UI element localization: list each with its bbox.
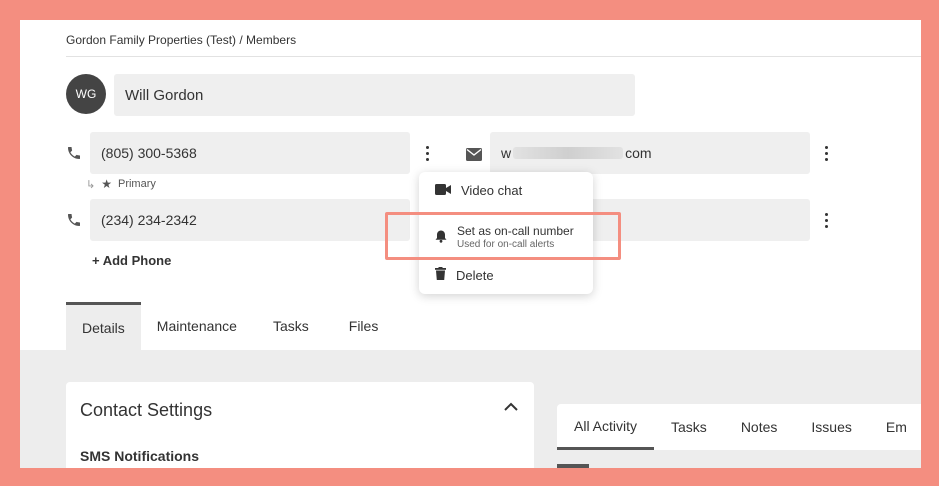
menu-item-delete[interactable]: Delete — [435, 267, 494, 283]
tab-activity-tasks[interactable]: Tasks — [654, 404, 724, 450]
tab-issues[interactable]: Issues — [794, 404, 868, 450]
divider — [66, 56, 921, 57]
tab-files[interactable]: Files — [329, 302, 399, 350]
trash-icon — [435, 267, 446, 283]
tab-tasks[interactable]: Tasks — [253, 302, 329, 350]
delete-label: Delete — [456, 267, 494, 283]
phone-icon — [65, 144, 83, 162]
video-chat-label: Video chat — [461, 183, 523, 198]
phone-field-primary[interactable]: (805) 300-5368 — [90, 132, 410, 174]
email-field[interactable]: w com — [490, 132, 810, 174]
email-more-icon[interactable] — [819, 143, 833, 163]
menu-item-video-chat[interactable]: Video chat — [435, 183, 522, 198]
activity-content-edge — [557, 464, 589, 468]
on-call-text: Set as on-call number Used for on-call a… — [457, 224, 574, 250]
phone-1-more-icon[interactable] — [420, 143, 434, 163]
name-field[interactable]: Will Gordon — [114, 74, 635, 116]
breadcrumb[interactable]: Gordon Family Properties (Test) / Member… — [66, 33, 296, 47]
member-tabs: Details Maintenance Tasks Files — [66, 302, 398, 350]
phone-icon — [65, 211, 83, 229]
tab-maintenance[interactable]: Maintenance — [141, 302, 253, 350]
bell-icon — [435, 230, 447, 246]
primary-label: Primary — [117, 178, 156, 190]
add-phone-button[interactable]: + Add Phone — [92, 253, 171, 268]
app-frame: Gordon Family Properties (Test) / Member… — [20, 20, 921, 468]
contact-settings-title: Contact Settings — [80, 400, 213, 420]
chevron-up-icon[interactable] — [504, 402, 518, 411]
phone-options-menu: Video chat Set as on-call number Used fo… — [419, 172, 593, 294]
email-icon — [465, 146, 483, 162]
subdirectory-arrow-icon: ↳ — [86, 178, 96, 191]
activity-tabs: All Activity Tasks Notes Issues Em — [557, 404, 921, 450]
tab-email[interactable]: Em — [869, 404, 921, 450]
email-prefix: w — [501, 145, 512, 161]
star-icon: ★ — [101, 177, 112, 191]
sms-notifications-heading: SMS Notifications — [80, 448, 200, 464]
video-camera-icon — [435, 183, 451, 198]
avatar: WG — [66, 74, 106, 114]
primary-indicator: ↳ ★ Primary — [86, 177, 156, 191]
tab-all-activity[interactable]: All Activity — [557, 404, 655, 450]
on-call-subtitle: Used for on-call alerts — [457, 239, 555, 250]
email-2-more-icon[interactable] — [819, 210, 833, 230]
on-call-title: Set as on-call number — [457, 224, 574, 238]
tab-details[interactable]: Details — [66, 302, 141, 350]
email-suffix: com — [625, 145, 652, 161]
phone-field-secondary[interactable]: (234) 234-2342 — [90, 199, 410, 241]
redacted-email-blur — [513, 147, 624, 159]
tab-notes[interactable]: Notes — [724, 404, 795, 450]
contact-settings-card: Contact Settings SMS Notifications — [66, 382, 534, 468]
menu-item-set-on-call[interactable]: Set as on-call number Used for on-call a… — [435, 224, 574, 250]
